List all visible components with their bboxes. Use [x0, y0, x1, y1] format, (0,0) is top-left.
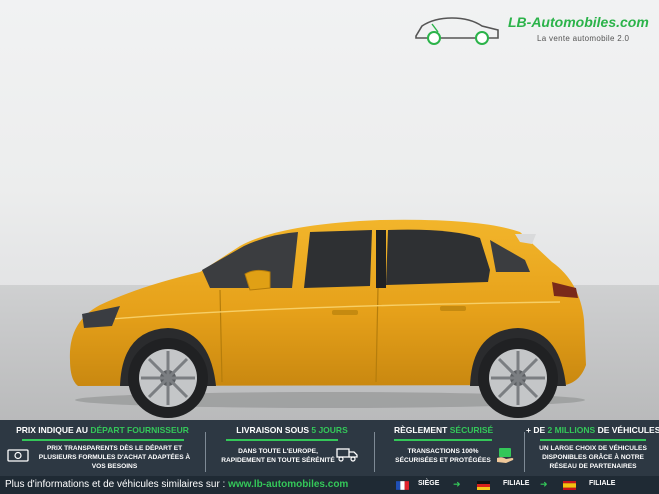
- feature-title-highlight: 5 JOURS: [311, 425, 348, 435]
- footer-text: Plus d'informations et de véhicules simi…: [5, 479, 348, 490]
- delivery-truck-icon: [336, 448, 358, 462]
- feature-title-text: LIVRAISON SOUS: [236, 425, 312, 435]
- feature-title: LIVRAISON SOUS 5 JOURS: [212, 425, 372, 435]
- car-logo-icon: [415, 17, 499, 45]
- arrow-right-icon: ➜: [453, 479, 461, 489]
- divider: [205, 432, 206, 472]
- logo-brand-text: LB-Automobiles.com: [508, 14, 649, 30]
- website-link[interactable]: www.lb-automobiles.com: [228, 479, 348, 490]
- feature-description: TRANSACTIONS 100% SÉCURISÉES ET PROTÉGÉE…: [395, 448, 491, 464]
- logo-tagline: La vente automobile 2.0: [537, 34, 630, 43]
- feature-title-highlight: DÉPART FOURNISSEUR: [90, 425, 189, 435]
- france-flag-icon: [396, 481, 409, 490]
- feature-title: RÈGLEMENT SÉCURISÉ: [394, 425, 534, 435]
- siege-label: SIÈGE: [418, 480, 440, 487]
- feature-description: PRIX TRANSPARENTS DÈS LE DÉPART ET PLUSI…: [38, 445, 191, 470]
- feature-stock: + DE 2 MILLIONS DE VÉHICULES UN LARGE CH…: [526, 420, 659, 476]
- feature-title-highlight: 2 MILLIONS: [547, 425, 596, 435]
- yellow-hatchback-image: [69, 219, 587, 418]
- lb-automobiles-logo: LB-Automobiles.com La vente automobile 2…: [410, 10, 659, 50]
- feature-underline: [540, 439, 646, 441]
- secure-payment-icon: [497, 448, 514, 463]
- feature-title: PRIX INDIQUE AU DÉPART FOURNISSEUR: [0, 425, 205, 435]
- feature-price: PRIX INDIQUE AU DÉPART FOURNISSEUR PRIX …: [0, 420, 205, 476]
- banknote-icon: [7, 449, 29, 462]
- feature-title-highlight: SÉCURISÉ: [449, 425, 494, 435]
- divider: [374, 432, 375, 472]
- spain-flag-icon: [563, 481, 576, 490]
- feature-title-text: RÈGLEMENT: [394, 425, 450, 435]
- feature-underline: [22, 439, 184, 441]
- divider: [524, 432, 525, 472]
- germany-flag-icon: [477, 481, 490, 490]
- feature-title: + DE 2 MILLIONS DE VÉHICULES: [526, 425, 659, 435]
- filiale-label: FILIALE: [503, 480, 530, 487]
- feature-title-text: + DE: [526, 425, 548, 435]
- feature-underline: [226, 439, 338, 441]
- feature-description: DANS TOUTE L'EUROPE, RAPIDEMENT EN TOUTE…: [221, 448, 335, 464]
- feature-title-text: DE VÉHICULES: [595, 425, 659, 435]
- feature-description: UN LARGE CHOIX DE VÉHICULES DISPONIBLES …: [539, 445, 647, 470]
- features-band: PRIX INDIQUE AU DÉPART FOURNISSEUR PRIX …: [0, 420, 659, 476]
- vehicle-photo: LB-Automobiles.com La vente automobile 2…: [0, 0, 659, 420]
- feature-underline: [394, 439, 492, 441]
- filiale-label: FILIALE: [589, 480, 616, 487]
- arrow-right-icon: ➜: [540, 479, 548, 489]
- footer-bar: Plus d'informations et de véhicules simi…: [0, 476, 659, 494]
- feature-payment: RÈGLEMENT SÉCURISÉ TRANSACTIONS 100% SÉC…: [380, 420, 520, 476]
- feature-delivery: LIVRAISON SOUS 5 JOURS DANS TOUTE L'EURO…: [212, 420, 372, 476]
- footer-label: Plus d'informations et de véhicules simi…: [5, 479, 229, 490]
- feature-title-text: PRIX INDIQUE AU: [16, 425, 91, 435]
